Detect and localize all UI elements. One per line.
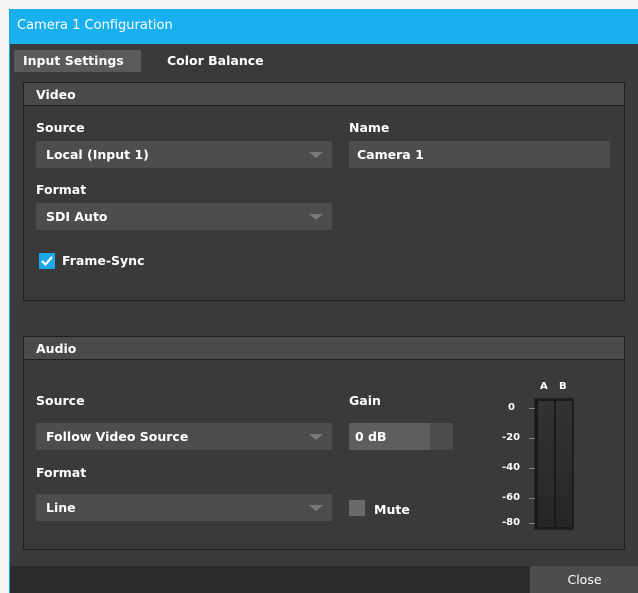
chevron-down-icon [309, 214, 323, 220]
dialog-footer: Close [10, 566, 638, 593]
video-section-title: Video [36, 87, 76, 102]
checkmark-icon [41, 256, 53, 267]
video-format-label: Format [36, 182, 87, 197]
audio-section-title: Audio [36, 341, 77, 356]
meter-bar-b [556, 401, 572, 527]
window-title: Camera 1 Configuration [17, 18, 173, 33]
gain-label: Gain [349, 393, 381, 408]
audio-format-dropdown[interactable]: Line [36, 494, 332, 521]
gain-slider[interactable]: 0 dB [349, 423, 453, 450]
video-group: Video Source Local (Input 1) Name Camera… [23, 82, 625, 301]
chevron-down-icon [309, 505, 323, 511]
tab-input-settings[interactable]: Input Settings [14, 50, 141, 72]
meter-scale-40: -40 [502, 462, 521, 473]
meter-tick [529, 498, 535, 499]
video-format-dropdown[interactable]: SDI Auto [36, 203, 332, 230]
video-source-dropdown[interactable]: Local (Input 1) [36, 141, 332, 168]
gain-value: 0 dB [355, 429, 387, 444]
audio-format-label: Format [36, 465, 87, 480]
audio-group-header: Audio [24, 337, 624, 360]
meter-scale-0: 0 [508, 402, 515, 413]
title-bar[interactable]: Camera 1 Configuration [10, 9, 638, 44]
close-button[interactable]: Close [530, 566, 638, 593]
config-window: Camera 1 Configuration Input Settings Co… [9, 9, 638, 593]
audio-level-meter [529, 398, 574, 530]
mute-checkbox[interactable] [349, 500, 365, 516]
meter-tick [529, 468, 535, 469]
meter-tick [529, 408, 535, 409]
video-name-label: Name [349, 120, 390, 135]
video-name-field[interactable]: Camera 1 [349, 141, 610, 168]
tab-color-balance[interactable]: Color Balance [158, 50, 273, 72]
audio-format-value: Line [46, 500, 76, 515]
framesync-checkbox[interactable] [39, 253, 55, 269]
audio-group: Audio Source Follow Video Source Format … [23, 336, 625, 550]
chevron-down-icon [309, 152, 323, 158]
meter-bar-a [538, 401, 554, 527]
video-source-value: Local (Input 1) [46, 147, 149, 162]
meter-scale-20: -20 [502, 432, 521, 443]
tab-bar: Input Settings Color Balance [10, 44, 638, 72]
video-source-label: Source [36, 120, 85, 135]
tab-content: Video Source Local (Input 1) Name Camera… [10, 72, 638, 566]
audio-source-label: Source [36, 393, 85, 408]
video-format-value: SDI Auto [46, 209, 108, 224]
chevron-down-icon [309, 434, 323, 440]
meter-channel-a: A [540, 381, 548, 392]
meter-scale-80: -80 [502, 517, 521, 528]
audio-source-value: Follow Video Source [46, 429, 189, 444]
video-group-header: Video [24, 83, 624, 106]
framesync-label: Frame-Sync [62, 253, 145, 268]
mute-label: Mute [374, 502, 410, 517]
audio-source-dropdown[interactable]: Follow Video Source [36, 423, 332, 450]
video-name-value: Camera 1 [357, 147, 424, 162]
meter-tick [529, 438, 535, 439]
meter-channel-b: B [559, 381, 567, 392]
meter-scale-60: -60 [502, 492, 521, 503]
meter-tick [529, 523, 535, 524]
